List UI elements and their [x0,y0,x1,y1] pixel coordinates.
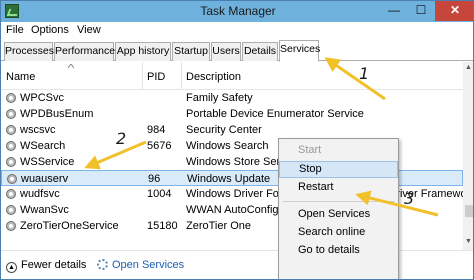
open-services-label: Open Services [112,259,185,271]
menu-item-start: Start [298,144,322,156]
menu-item-restart[interactable]: Restart [279,179,398,196]
open-services-link[interactable]: Open Services [97,259,184,271]
service-pid: 96 [148,173,161,185]
service-pid: 15180 [147,220,178,232]
tab-processes[interactable]: Processes [4,42,54,61]
service-name: WPCSvc [20,92,64,104]
service-row-wscsvc[interactable]: wscsvc 984 Security Center [1,122,463,138]
service-name: ZeroTierOneService [20,220,119,232]
menu-separator [283,201,395,202]
scroll-thumb[interactable] [465,205,473,217]
column-description[interactable]: Description [186,71,241,83]
column-separator[interactable] [181,62,182,90]
service-gear-icon [6,125,16,135]
scroll-up-icon[interactable]: ▲ [465,64,472,71]
service-pid: 5676 [147,140,172,152]
service-name: wscsvc [20,124,56,136]
scroll-down-icon[interactable]: ▼ [465,238,472,245]
menu-item-stop[interactable]: Stop [279,161,398,178]
service-gear-icon [6,157,16,167]
menu-item-open-services[interactable]: Open Services [279,206,398,223]
service-description: Portable Device Enumerator Service [186,108,364,120]
column-separator[interactable] [142,62,143,90]
menu-options[interactable]: Options [31,24,69,36]
fewer-details-label: Fewer details [21,259,87,271]
minimize-button[interactable]: — [381,1,407,21]
tab-details[interactable]: Details [242,42,278,61]
context-menu: Start Stop Restart Open Services Search … [278,138,399,279]
footer: ▲ Fewer details Open Services [1,250,473,279]
tab-users[interactable]: Users [211,42,241,61]
column-name[interactable]: Name [6,71,35,83]
menu-bar: File Options View [1,22,473,40]
service-gear-icon [6,93,16,103]
tab-strip: Processes Performance App history Startu… [1,40,473,62]
service-description: Windows Update [187,173,271,185]
close-button[interactable]: ✕ [435,1,473,21]
menu-file[interactable]: File [6,24,24,36]
menu-item-go-to-details[interactable]: Go to details [279,242,398,259]
service-name: WSearch [20,140,66,152]
service-description: Security Center [186,124,262,136]
maximize-button[interactable]: ☐ [408,1,434,21]
column-pid[interactable]: PID [147,71,165,83]
service-pid: 1004 [147,188,172,200]
task-manager-window: Task Manager — ☐ ✕ File Options View Pro… [0,0,474,280]
service-name: WwanSvc [20,204,69,216]
service-name: wudfsvc [20,188,60,200]
tab-startup[interactable]: Startup [172,42,210,61]
menu-view[interactable]: View [77,24,101,36]
chevron-up-icon: ▲ [6,262,17,273]
service-gear-icon [6,205,16,215]
tab-app-history[interactable]: App history [115,42,171,61]
service-row-wpdbusenum[interactable]: WPDBusEnum Portable Device Enumerator Se… [1,106,463,122]
menu-item-search-online[interactable]: Search online [279,224,398,241]
service-description: Family Safety [186,92,253,104]
vertical-scrollbar[interactable]: ▲ ▼ [463,62,473,250]
fewer-details-button[interactable]: ▲ Fewer details [6,259,86,273]
service-description: ZeroTier One [186,220,252,232]
service-gear-icon [6,141,16,151]
service-row-wpcsvc[interactable]: WPCSvc Family Safety [1,90,463,106]
service-gear-icon [6,221,16,231]
service-name: WSService [20,156,75,168]
sort-up-icon [68,64,74,68]
service-name: WPDBusEnum [20,108,94,120]
title-bar[interactable]: Task Manager — ☐ ✕ [1,1,473,22]
service-gear-icon [7,174,17,184]
service-gear-icon [6,189,16,199]
column-header: Name PID Description [1,62,473,90]
service-pid: 984 [147,124,166,136]
service-description: Windows Search [186,140,269,152]
service-name: wuauserv [21,173,69,185]
tab-performance[interactable]: Performance [54,42,115,61]
tab-services[interactable]: Services [279,40,320,62]
service-description: WWAN AutoConfig [186,204,279,216]
services-gear-icon [97,259,108,270]
service-gear-icon [6,109,16,119]
